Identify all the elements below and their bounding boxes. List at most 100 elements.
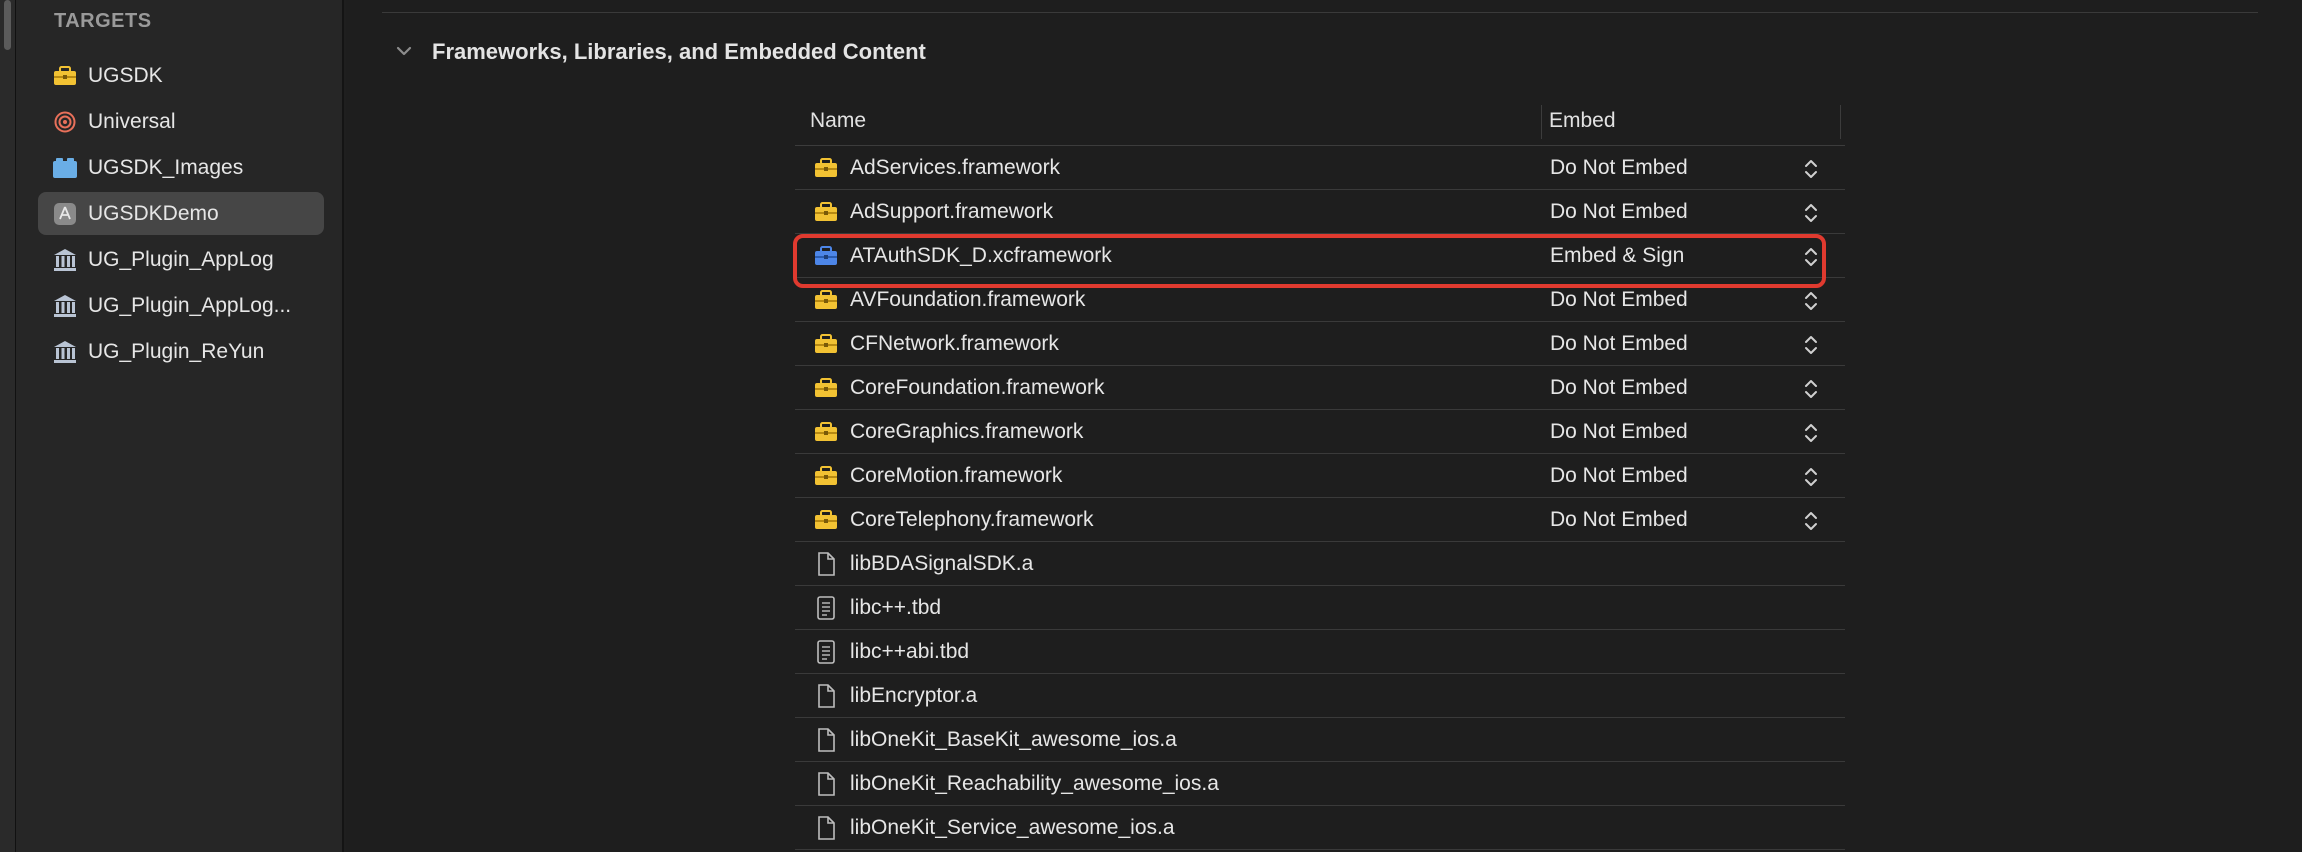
- file-icon: [813, 816, 839, 840]
- row-name: libOneKit_BaseKit_awesome_ios.a: [850, 728, 1177, 751]
- embed-popup-value[interactable]: Embed & Sign: [1550, 244, 1684, 268]
- row-name: libc++abi.tbd: [850, 640, 970, 663]
- embed-popup-value[interactable]: Do Not Embed: [1550, 156, 1688, 180]
- file-icon: [813, 684, 839, 708]
- table-row[interactable]: CoreMotion.framework Do Not Embed: [795, 454, 1845, 498]
- row-name: AdServices.framework: [850, 156, 1061, 179]
- table-row[interactable]: libOneKit_Service_awesome_ios.a: [795, 806, 1845, 850]
- popup-arrows-icon[interactable]: [1802, 200, 1820, 226]
- frameworks-table: Name Embed AdServices.framework Do Not Em…: [795, 101, 1845, 850]
- embed-popup-value[interactable]: Do Not Embed: [1550, 508, 1688, 532]
- embed-popup-value[interactable]: Do Not Embed: [1550, 288, 1688, 312]
- sidebar-item-label: UGSDK_Images: [88, 156, 244, 179]
- popup-arrows-icon[interactable]: [1802, 288, 1820, 314]
- embed-popup-value[interactable]: Do Not Embed: [1550, 376, 1688, 400]
- sidebar-item-ug-plugin-applog[interactable]: UG_Plugin_AppLog: [38, 238, 324, 281]
- popup-arrows-icon[interactable]: [1802, 332, 1820, 358]
- sidebar-item-ugsdk[interactable]: UGSDK: [38, 54, 324, 97]
- table-row[interactable]: libc++.tbd: [795, 586, 1845, 630]
- section-divider: [382, 12, 2258, 13]
- row-name: CFNetwork.framework: [850, 332, 1059, 355]
- targets-sidebar: TARGETS UGSDK Universal UGSDK_Images UGS…: [16, 0, 344, 852]
- table-row[interactable]: libEncryptor.a: [795, 674, 1845, 718]
- library-icon: [52, 340, 78, 364]
- file-icon: [813, 772, 839, 796]
- window-edge-strip: [0, 0, 16, 852]
- scroll-knob[interactable]: [4, 0, 11, 50]
- sidebar-item-universal[interactable]: Universal: [38, 100, 324, 143]
- file-icon: [813, 552, 839, 576]
- library-icon: [52, 294, 78, 318]
- row-name: libBDASignalSDK.a: [850, 552, 1034, 575]
- popup-arrows-icon[interactable]: [1802, 508, 1820, 534]
- row-name: AdSupport.framework: [850, 200, 1054, 223]
- row-name: libOneKit_Service_awesome_ios.a: [850, 816, 1175, 839]
- popup-arrows-icon[interactable]: [1802, 420, 1820, 446]
- framework-icon: [813, 200, 839, 224]
- embed-popup-value[interactable]: Do Not Embed: [1550, 464, 1688, 488]
- sidebar-item-label: UG_Plugin_AppLog: [88, 248, 274, 271]
- table-row[interactable]: AdSupport.framework Do Not Embed: [795, 190, 1845, 234]
- column-divider[interactable]: [1840, 105, 1841, 139]
- embed-popup-value[interactable]: Do Not Embed: [1550, 332, 1688, 356]
- popup-arrows-icon[interactable]: [1802, 156, 1820, 182]
- popup-arrows-icon[interactable]: [1802, 244, 1820, 270]
- row-name: libEncryptor.a: [850, 684, 978, 707]
- table-row[interactable]: CoreGraphics.framework Do Not Embed: [795, 410, 1845, 454]
- table-row[interactable]: libBDASignalSDK.a: [795, 542, 1845, 586]
- table-row[interactable]: libc++abi.tbd: [795, 630, 1845, 674]
- table-row[interactable]: AdServices.framework Do Not Embed: [795, 146, 1845, 190]
- text-file-icon: [813, 596, 839, 620]
- row-name: CoreGraphics.framework: [850, 420, 1084, 443]
- table-row[interactable]: libOneKit_BaseKit_awesome_ios.a: [795, 718, 1845, 762]
- row-name: libc++.tbd: [850, 596, 942, 619]
- table-row[interactable]: CoreTelephony.framework Do Not Embed: [795, 498, 1845, 542]
- sidebar-item-ugsdkdemo[interactable]: UGSDKDemo: [38, 192, 324, 235]
- sidebar-item-ugsdk-images[interactable]: UGSDK_Images: [38, 146, 324, 189]
- sidebar-item-label: UGSDKDemo: [88, 202, 219, 225]
- sidebar-item-ug-plugin-reyun[interactable]: UG_Plugin_ReYun: [38, 330, 324, 373]
- sidebar-item-label: UG_Plugin_ReYun: [88, 340, 265, 363]
- target-icon: [52, 110, 78, 134]
- embed-popup-value[interactable]: Do Not Embed: [1550, 200, 1688, 224]
- framework-icon: [813, 464, 839, 488]
- embed-popup-value[interactable]: Do Not Embed: [1550, 420, 1688, 444]
- sidebar-item-label: Universal: [88, 110, 176, 133]
- framework-icon: [813, 508, 839, 532]
- chevron-down-icon[interactable]: [393, 40, 415, 62]
- library-icon: [52, 248, 78, 272]
- column-divider[interactable]: [1541, 105, 1542, 139]
- bundle-icon: [52, 156, 78, 180]
- framework-icon: [813, 156, 839, 180]
- toolbox-icon: [52, 64, 78, 88]
- sidebar-item-label: UG_Plugin_AppLog...: [88, 294, 292, 317]
- row-name: libOneKit_Reachability_awesome_ios.a: [850, 772, 1219, 795]
- table-row[interactable]: libOneKit_Reachability_awesome_ios.a: [795, 762, 1845, 806]
- popup-arrows-icon[interactable]: [1802, 376, 1820, 402]
- sidebar-item-label: UGSDK: [88, 64, 163, 87]
- app-icon: [52, 202, 78, 226]
- table-row[interactable]: CFNetwork.framework Do Not Embed: [795, 322, 1845, 366]
- framework-icon: [813, 376, 839, 400]
- row-name: AVFoundation.framework: [850, 288, 1086, 311]
- framework-icon: [813, 420, 839, 444]
- row-name: CoreTelephony.framework: [850, 508, 1094, 531]
- table-row[interactable]: ATAuthSDK_D.xcframework Embed & Sign: [795, 234, 1845, 278]
- framework-icon: [813, 332, 839, 356]
- table-header: Name Embed: [795, 101, 1845, 146]
- sidebar-item-ug-plugin-applog-2[interactable]: UG_Plugin_AppLog...: [38, 284, 324, 327]
- text-file-icon: [813, 640, 839, 664]
- file-icon: [813, 728, 839, 752]
- xcframework-icon: [813, 244, 839, 268]
- table-row[interactable]: AVFoundation.framework Do Not Embed: [795, 278, 1845, 322]
- row-name: CoreMotion.framework: [850, 464, 1063, 487]
- popup-arrows-icon[interactable]: [1802, 464, 1820, 490]
- row-name: ATAuthSDK_D.xcframework: [850, 244, 1112, 267]
- column-header-embed[interactable]: Embed: [1549, 109, 1616, 133]
- table-row[interactable]: CoreFoundation.framework Do Not Embed: [795, 366, 1845, 410]
- section-title[interactable]: Frameworks, Libraries, and Embedded Cont…: [432, 39, 926, 65]
- column-header-name[interactable]: Name: [810, 109, 866, 133]
- targets-heading: TARGETS: [54, 10, 152, 32]
- framework-icon: [813, 288, 839, 312]
- row-name: CoreFoundation.framework: [850, 376, 1105, 399]
